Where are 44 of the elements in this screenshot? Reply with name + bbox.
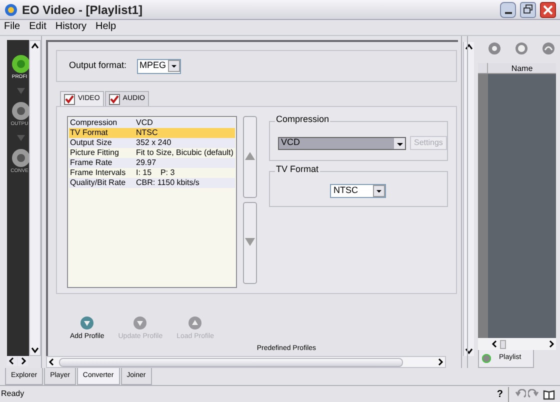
- book-icon[interactable]: [543, 388, 555, 400]
- scroll-down-icon: [30, 345, 40, 355]
- scroll-left-icon[interactable]: [7, 356, 17, 366]
- circle-button-icon[interactable]: [11, 148, 29, 168]
- help-button[interactable]: ?: [496, 386, 509, 402]
- scroll-up-icon: [464, 42, 474, 52]
- minimize-button[interactable]: [500, 2, 516, 18]
- menu-item[interactable]: Edit: [29, 22, 46, 32]
- compression-dropdown[interactable]: VCD: [278, 136, 406, 150]
- property-row[interactable]: Picture Fitting Fit to Size, Bicubic (default): [69, 148, 235, 158]
- group-title: TV Format: [275, 165, 320, 174]
- property-row[interactable]: Compression VCD: [69, 118, 235, 128]
- redo-icon[interactable]: [528, 388, 539, 400]
- property-row[interactable]: Frame Rate 29.97: [69, 158, 235, 168]
- down-circle-icon: [133, 316, 148, 330]
- property-row[interactable]: Output Size 352 x 240: [69, 138, 235, 148]
- undo-icon[interactable]: [515, 388, 526, 400]
- down-triangle-icon: [17, 88, 25, 94]
- property-row[interactable]: TV Format NTSC: [69, 128, 235, 138]
- menu-item[interactable]: History: [55, 22, 86, 32]
- property-row[interactable]: Quality/Bit Rate CBR: 1150 kbits/s: [69, 178, 235, 188]
- checkbox[interactable]: [108, 94, 120, 104]
- circle-button-icon[interactable]: [11, 54, 29, 74]
- group-title: Compression: [275, 115, 330, 124]
- field-label: Output format:: [69, 59, 127, 72]
- property-row[interactable]: Frame Intervals I: 15 P: 3: [69, 168, 235, 178]
- checkbox[interactable]: [64, 94, 75, 104]
- output-format-dropdown[interactable]: MPEG: [136, 58, 181, 74]
- app-logo-icon: [4, 2, 18, 16]
- circle-button-icon[interactable]: [11, 101, 29, 121]
- down-triangle-icon: [17, 135, 25, 141]
- tv-format-dropdown[interactable]: NTSC: [330, 184, 386, 198]
- up-circle-icon: [188, 316, 202, 330]
- restore-button[interactable]: [520, 2, 536, 18]
- down-circle-icon: [80, 316, 94, 330]
- status-text: Ready: [1, 388, 26, 400]
- menu-item[interactable]: File: [4, 22, 20, 32]
- close-icon[interactable]: [540, 2, 556, 18]
- gear-icon[interactable]: [488, 42, 501, 55]
- scroll-right-icon[interactable]: [18, 356, 28, 366]
- scroll-down-icon: [464, 346, 474, 356]
- scroll-up-icon: [30, 41, 40, 51]
- menu-item[interactable]: Help: [95, 22, 116, 32]
- window-title: EO Video - [Playlist1]: [22, 2, 144, 18]
